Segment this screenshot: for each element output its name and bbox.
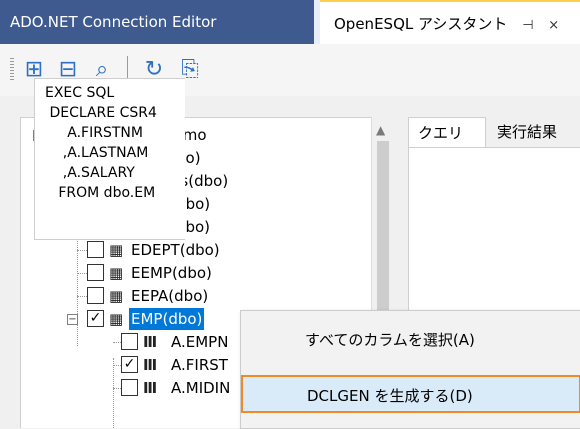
table-icon: ▦ xyxy=(109,287,124,305)
menu-item-select-all-columns[interactable]: すべてのカラムを選択(A) xyxy=(241,321,580,359)
table-label: EEMP(dbo) xyxy=(131,264,212,282)
sql-line: FROM dbo.EM xyxy=(45,185,156,201)
checkbox[interactable] xyxy=(87,241,104,258)
tree-line xyxy=(113,388,121,389)
checkbox[interactable] xyxy=(121,333,138,350)
table-icon: ▦ xyxy=(109,241,124,259)
tree-line xyxy=(77,250,87,251)
tab-openesql-assistant[interactable]: OpenESQL アシスタント ⊣ × xyxy=(320,0,580,44)
column-label: A.EMPN xyxy=(171,333,229,351)
tab-label: OpenESQL アシスタント xyxy=(334,15,508,33)
sql-line: A.FIRSTNM xyxy=(45,125,143,141)
sql-line: DECLARE CSR4 xyxy=(45,105,157,121)
tree-line xyxy=(77,273,87,274)
tree-item-table[interactable]: ▦ EEMP(dbo) xyxy=(21,262,371,284)
tree-line xyxy=(77,296,87,297)
column-icon: Ⅲ xyxy=(143,333,158,351)
close-icon[interactable]: × xyxy=(548,4,559,48)
document-tab-strip: ADO.NET Connection Editor OpenESQL アシスタン… xyxy=(0,0,580,44)
tree-line xyxy=(113,342,121,343)
column-label: A.MIDIN xyxy=(171,379,231,397)
table-label: EEPA(dbo) xyxy=(131,287,209,305)
tab-query[interactable]: クエリー xyxy=(408,117,486,172)
checkbox[interactable]: ✓ xyxy=(121,356,138,373)
table-icon: ▦ xyxy=(109,264,124,282)
tree-line xyxy=(113,365,121,366)
tab-label: ADO.NET Connection Editor xyxy=(10,13,217,31)
table-label: EDEPT(dbo) xyxy=(131,241,220,259)
sql-editor[interactable]: EXEC SQL DECLARE CSR4 A.FIRSTNM ,A.LASTN… xyxy=(34,78,185,240)
tree-item-table[interactable]: ▦ EDEPT(dbo) xyxy=(21,239,371,261)
checkbox[interactable] xyxy=(87,264,104,281)
table-icon: ▦ xyxy=(109,310,124,328)
sql-line: EXEC SQL xyxy=(45,85,115,101)
menu-item-generate-dclgen[interactable]: DCLGEN を生成する(D) xyxy=(241,375,580,413)
checkbox[interactable]: ✓ xyxy=(87,310,104,327)
tab-ado-net-connection-editor[interactable]: ADO.NET Connection Editor xyxy=(0,0,314,44)
column-icon: Ⅲ xyxy=(143,379,158,397)
tree-item-table[interactable]: ▦ EEPA(dbo) xyxy=(21,285,371,307)
scroll-up-icon[interactable]: ▲ xyxy=(376,123,385,137)
toolbar-grip[interactable] xyxy=(10,58,14,82)
context-menu: すべてのカラムを選択(A) DCLGEN を生成する(D) xyxy=(240,310,580,429)
column-label: A.FIRST xyxy=(171,356,228,374)
checkbox[interactable] xyxy=(87,287,104,304)
pin-icon[interactable]: ⊣ xyxy=(522,4,533,48)
collapse-icon[interactable]: − xyxy=(67,314,78,325)
sql-line: ,A.LASTNAM xyxy=(45,145,149,161)
tab-results[interactable]: 実行結果 xyxy=(488,117,580,147)
checkbox[interactable] xyxy=(121,379,138,396)
sql-line: ,A.SALARY xyxy=(45,165,135,181)
column-icon: Ⅲ xyxy=(143,356,158,374)
table-label: EMP(dbo) xyxy=(129,308,205,330)
